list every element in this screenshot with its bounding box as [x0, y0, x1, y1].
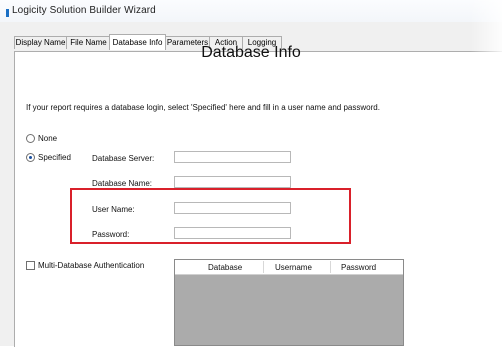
none-label: None — [38, 134, 58, 143]
database-name-label: Database Name: — [92, 179, 153, 188]
specified-radio[interactable] — [26, 153, 35, 162]
grid-header: Database Username Password — [175, 260, 403, 275]
specified-label: Specified — [38, 153, 71, 162]
title-bar: Logicity Solution Builder Wizard — [0, 0, 502, 22]
column-divider — [263, 261, 264, 273]
none-radio[interactable] — [26, 134, 35, 143]
instructions-text: If your report requires a database login… — [26, 103, 380, 112]
column-header-username[interactable]: Username — [275, 263, 312, 272]
database-name-input[interactable] — [174, 176, 291, 188]
multi-database-label: Multi-Database Authentication — [38, 261, 145, 270]
multi-database-checkbox[interactable] — [26, 261, 35, 270]
column-header-password[interactable]: Password — [341, 263, 376, 272]
page-title: Database Info — [201, 44, 301, 61]
database-server-label: Database Server: — [92, 154, 155, 163]
column-header-database[interactable]: Database — [208, 263, 242, 272]
multi-database-grid[interactable]: Database Username Password — [174, 259, 404, 346]
app-icon — [6, 9, 9, 17]
credentials-highlight-box — [70, 188, 351, 244]
column-divider — [330, 261, 331, 273]
database-server-input[interactable] — [174, 151, 291, 163]
tab-database-info[interactable]: Database Info — [109, 34, 166, 50]
window-title: Logicity Solution Builder Wizard — [12, 5, 156, 16]
